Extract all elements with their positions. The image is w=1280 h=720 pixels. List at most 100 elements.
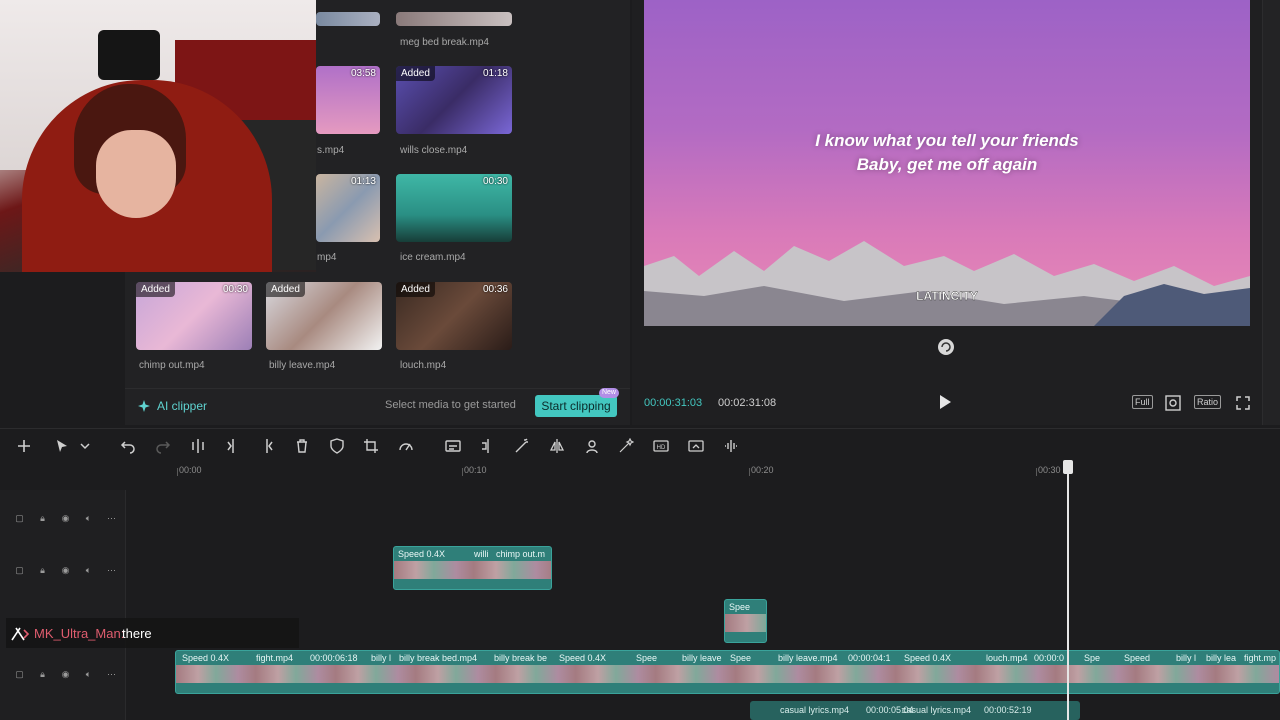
- media-thumb-mp4[interactable]: 01:13: [316, 174, 380, 242]
- sparkle-icon: [138, 400, 150, 412]
- media-thumb-partial[interactable]: [316, 12, 380, 26]
- current-time: 00:00:31:03: [644, 397, 703, 409]
- eye-icon[interactable]: ◉: [60, 565, 71, 576]
- media-thumb-billy-leave[interactable]: Added: [266, 282, 382, 350]
- media-thumb-meg[interactable]: [396, 12, 512, 26]
- lock-icon[interactable]: 🔒︎: [37, 565, 48, 576]
- undo-icon[interactable]: [120, 438, 136, 454]
- clip-segment-label: Spee: [636, 653, 658, 663]
- full-button[interactable]: Full: [1132, 395, 1153, 409]
- split-icon[interactable]: [190, 438, 206, 454]
- fit-icon[interactable]: [1165, 395, 1181, 411]
- clip-middle-track[interactable]: Spee: [724, 599, 767, 643]
- add-icon[interactable]: [16, 438, 32, 454]
- more-icon[interactable]: ⋯: [106, 565, 117, 576]
- clip-name: willi: [474, 549, 489, 559]
- clip-segment-label: Speed 0.4X: [904, 653, 952, 663]
- clip-segment-label: billy l: [371, 653, 392, 663]
- webcam-tshirt: [98, 30, 160, 80]
- more-icon[interactable]: ⋯: [106, 513, 117, 524]
- ai-person-icon[interactable]: [584, 438, 600, 454]
- ratio-button[interactable]: Ratio: [1194, 395, 1222, 409]
- audio-icon[interactable]: [723, 438, 739, 454]
- timeline-ruler[interactable]: 00:00 00:10 00:20 00:30: [175, 462, 1280, 480]
- audio-clip-name: casual lyrics.mp4: [780, 705, 850, 715]
- streamer-face: [96, 130, 176, 218]
- audio-clip-name: casual lyrics.mp4: [902, 705, 972, 715]
- lock-icon[interactable]: 🔒︎: [37, 669, 48, 680]
- chat-message: there: [122, 626, 152, 641]
- clip-frames: [725, 614, 766, 632]
- delete-icon[interactable]: [294, 438, 310, 454]
- speaker-icon[interactable]: 🔈︎: [83, 565, 94, 576]
- clip-segment-label: 00:00:0: [1034, 653, 1065, 663]
- clip-segment-label: Speed 0.4X: [182, 653, 230, 663]
- clip-segment-label: Speed 0.4X: [559, 653, 607, 663]
- select-pointer-icon[interactable]: [54, 438, 70, 454]
- clip-segment-label: billy leave.mp4: [778, 653, 838, 663]
- eye-icon[interactable]: ◉: [60, 669, 71, 680]
- playhead[interactable]: [1067, 462, 1069, 720]
- clip-segment-label: Speed: [1124, 653, 1151, 663]
- refresh-icon[interactable]: [937, 338, 955, 356]
- speed-icon[interactable]: [398, 438, 414, 454]
- media-thumb-louch[interactable]: Added 00:36: [396, 282, 512, 350]
- split-right-icon[interactable]: [259, 438, 275, 454]
- duration-label: 00:30: [222, 284, 248, 295]
- media-thumb-ice-cream[interactable]: 00:30: [396, 174, 512, 242]
- eye-icon[interactable]: ◉: [60, 513, 71, 524]
- clip-upper-track[interactable]: Speed 0.4X willi chimp out.m: [393, 546, 552, 590]
- clip-segment-label: billy break be: [494, 653, 548, 663]
- added-badge: Added: [396, 66, 435, 81]
- media-label: ice cream.mp4: [400, 252, 466, 263]
- lock-icon[interactable]: 🔒︎: [37, 513, 48, 524]
- clip-main-track[interactable]: Speed 0.4X fight.mp4 00:00:06:18 billy l…: [175, 650, 1280, 694]
- media-thumb-chimp-out[interactable]: Added 00:30: [136, 282, 252, 350]
- hd-icon[interactable]: HD: [653, 438, 669, 454]
- preview-video[interactable]: I know what you tell your friends Baby, …: [644, 0, 1250, 326]
- more-icon[interactable]: ⋯: [106, 669, 117, 680]
- enhance-icon[interactable]: [618, 437, 635, 454]
- redo-icon[interactable]: [155, 438, 171, 454]
- speaker-icon[interactable]: 🔈︎: [83, 513, 94, 524]
- svg-text:HD: HD: [657, 445, 666, 451]
- screenshot-icon[interactable]: [688, 438, 704, 454]
- ai-clipper-button[interactable]: AI clipper: [137, 399, 207, 413]
- subtitle-icon[interactable]: [445, 438, 461, 454]
- media-thumb-s[interactable]: 03:58: [316, 66, 380, 134]
- media-label: louch.mp4: [400, 360, 447, 371]
- audio-clip[interactable]: casual lyrics.mp4 00:00:05:04 casual lyr…: [750, 701, 1080, 720]
- media-footer: AI clipper Select media to get started S…: [125, 388, 630, 422]
- duration-label: 00:36: [482, 284, 508, 295]
- webcam-overlay: [0, 0, 316, 272]
- speaker-icon[interactable]: 🔈︎: [83, 669, 94, 680]
- start-clipping-button[interactable]: Start clipping New: [535, 388, 619, 417]
- properties-strip: [1262, 0, 1280, 425]
- trim-icon[interactable]: [480, 438, 496, 454]
- clip-segment-label: billy break bed.mp4: [399, 653, 478, 663]
- clip-segment-label: 00:00:04:1: [848, 653, 891, 663]
- magic-wand-icon[interactable]: [514, 438, 530, 454]
- clip-segment-label: billy lea: [1206, 653, 1237, 663]
- preview-controls: 00:00:31:03 00:02:31:08 Full Ratio: [632, 388, 1262, 418]
- ai-clipper-label: AI clipper: [157, 399, 208, 413]
- playhead-handle[interactable]: [1063, 460, 1073, 474]
- track-cover-icon[interactable]: ▢: [14, 565, 25, 576]
- play-icon[interactable]: [938, 394, 952, 410]
- track-controls: ▢ 🔒︎ ◉ 🔈︎ ⋯: [14, 669, 117, 680]
- watermark-logo: LATINCITY: [916, 289, 978, 303]
- chevron-down-icon[interactable]: [77, 438, 93, 454]
- start-clipping-label: Start clipping: [541, 399, 611, 413]
- media-thumb-wills-close[interactable]: Added 01:18: [396, 66, 512, 134]
- media-label: meg bed break.mp4: [400, 37, 489, 48]
- track-cover-icon[interactable]: ▢: [14, 669, 25, 680]
- fullscreen-icon[interactable]: [1236, 396, 1250, 410]
- track-cover-icon[interactable]: ▢: [14, 513, 25, 524]
- mirror-icon[interactable]: [549, 438, 565, 454]
- crop-icon[interactable]: [363, 438, 379, 454]
- tick-line: [462, 468, 463, 476]
- shield-icon[interactable]: [329, 438, 345, 454]
- tick-label: 00:00: [179, 465, 202, 475]
- split-left-icon[interactable]: [225, 438, 241, 454]
- clip-segment-label: louch.mp4: [986, 653, 1028, 663]
